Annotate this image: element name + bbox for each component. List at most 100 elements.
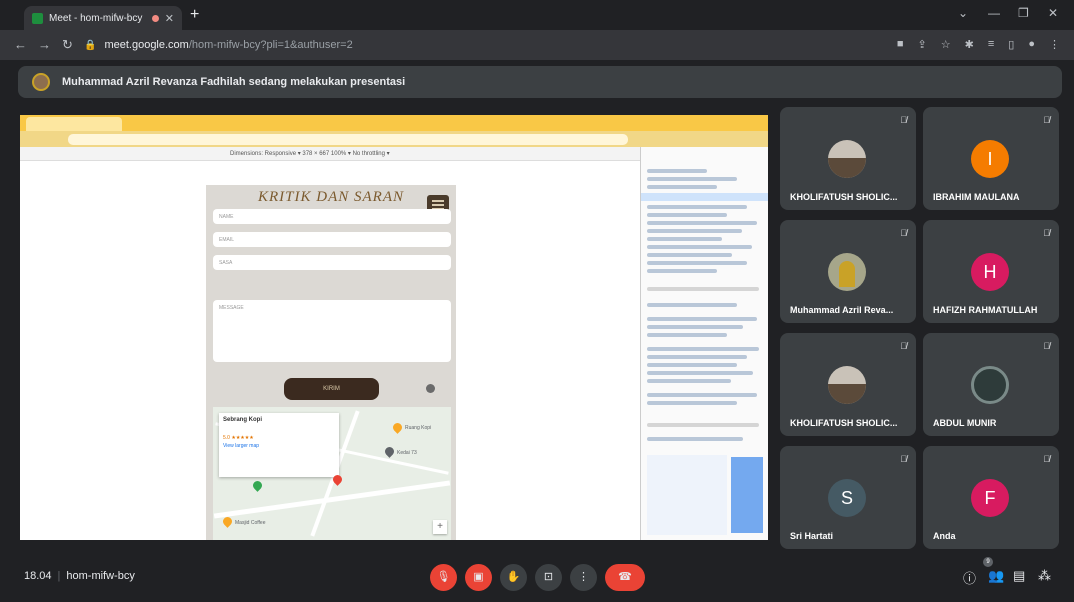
mic-muted-icon: 🎙̸ [1043,228,1050,238]
devtools-whats-new [647,455,727,535]
participant-avatar: F [971,479,1009,517]
menu-icon[interactable]: ⋮ [1049,38,1060,51]
map-pin-icon [391,421,404,434]
raise-hand-button[interactable]: ✋ [500,564,527,591]
participant-name: KHOLIFATUSH SHOLIC... [790,418,898,428]
shared-url [68,134,628,145]
participant-tile[interactable]: 🎙̸ I IBRAHIM MAULANA [923,107,1059,210]
participant-tile[interactable]: 🎙̸ S Sri Hartati [780,446,916,549]
share-icon[interactable]: ⇪ [918,38,927,51]
reading-list-icon[interactable]: ≡ [988,38,994,51]
more-options-button[interactable]: ⋮ [570,564,597,591]
chat-icon[interactable]: ▤ [1013,568,1025,584]
tab-search-icon[interactable]: ⌄ [958,6,968,20]
more-vert-icon: ⋮ [578,571,589,583]
minimize-icon[interactable]: — [988,6,1000,20]
side-panel-icon[interactable]: ▯ [1008,38,1014,51]
participant-avatar: I [971,140,1009,178]
leave-call-button[interactable]: ☎ [605,564,645,591]
shared-page: KRITIK DAN SARAN NAME EMAIL SASA MESSAGE… [20,161,640,540]
activities-icon[interactable]: ⁂ [1038,568,1051,584]
contact-page-mockup: KRITIK DAN SARAN NAME EMAIL SASA MESSAGE… [206,185,456,540]
participant-tile[interactable]: 🎙̸ KHOLIFATUSH SHOLIC... [780,333,916,436]
extensions-icon[interactable]: ✱ [965,38,974,51]
present-button[interactable]: ⊡ [535,564,562,591]
people-count-badge: 9 [983,557,993,567]
participant-photo [971,366,1009,404]
url-input[interactable]: 🔒 meet.google.com /hom-mifw-bcy?pli=1&au… [84,35,884,55]
profile-avatar-icon[interactable]: ● [1028,38,1035,51]
mic-muted-icon: 🎙̸ [900,454,907,464]
meeting-time: 18.04 [24,570,52,582]
scroll-dot [426,384,435,393]
shared-tab [538,117,638,131]
browser-tab-meet[interactable]: Meet - hom-mifw-bcy ✕ [24,6,182,30]
map-pin-icon [383,445,396,458]
mic-toggle-button[interactable]: 🎙 [430,564,457,591]
device-toolbar: Dimensions: Responsive ▾ 378 × 667 100% … [20,147,640,161]
new-tab-button[interactable]: + [190,6,199,24]
shared-tab [212,117,322,131]
participant-tile[interactable]: 🎙̸ KHOLIFATUSH SHOLIC... [780,107,916,210]
shared-screen: Dimensions: Responsive ▾ 378 × 667 100% … [20,115,768,540]
participant-name: IBRAHIM MAULANA [933,192,1020,202]
shared-tab-strip [20,115,768,131]
meet-favicon-icon [32,12,43,24]
map-label: Masjid Coffee [235,520,266,526]
meeting-code: hom-mifw-bcy [66,570,135,582]
participant-tile[interactable]: 🎙̸ ABDUL MUNIR [923,333,1059,436]
recording-dot-icon [151,14,159,22]
devtools-panel [640,147,768,540]
participant-name: Muhammad Azril Reva... [790,305,894,315]
back-icon[interactable]: ← [14,37,27,52]
participant-avatar: H [971,253,1009,291]
url-host: meet.google.com [104,39,189,51]
meeting-controls-bar: 18.04 | hom-mifw-bcy 🎙 ▣ ✋ ⊡ ⋮ ☎ ⓘ 👥 9 ▤ ⁂ [0,550,1074,602]
reload-icon[interactable]: ↻ [62,37,73,53]
close-tab-icon[interactable]: ✕ [165,12,174,25]
submit-button: KIRIM [284,378,379,400]
maximize-icon[interactable]: ❐ [1018,6,1029,20]
forward-icon[interactable]: → [38,37,51,52]
participant-avatar: S [828,479,866,517]
hand-icon: ✋ [506,571,521,583]
present-screen-icon: ⊡ [543,571,554,583]
camera-off-icon: ▣ [473,571,484,583]
mic-off-icon: 🎙 [436,571,451,583]
participant-photo [828,366,866,404]
mic-muted-icon: 🎙̸ [900,228,907,238]
view-larger-map-link: View larger map [223,443,260,449]
browser-tab-bar: Meet - hom-mifw-bcy ✕ + ⌄ — ❐ ✕ [0,0,1074,30]
participant-name: Anda [933,531,956,541]
mic-muted-icon: 🎙̸ [900,115,907,125]
subject-select: SASA [213,255,451,270]
end-call-icon: ☎ [618,571,632,583]
presentation-text: Muhammad Azril Revanza Fadhilah sedang m… [62,76,406,88]
map-label: Kedai 73 [397,450,417,456]
message-field: MESSAGE [213,300,451,362]
participant-name: Sri Hartati [790,531,834,541]
participant-tile[interactable]: 🎙̸ F Anda [923,446,1059,549]
map-pin-icon [251,479,264,492]
participant-photo [828,140,866,178]
close-window-icon[interactable]: ✕ [1048,6,1058,20]
name-field: NAME [213,209,451,224]
embedded-map: Sebrang Kopi 5.0 ★★★★★ View larger map R… [213,407,451,540]
participant-tile[interactable]: 🎙̸ H HAFIZH RAHMATULLAH [923,220,1059,323]
map-place-card: Sebrang Kopi 5.0 ★★★★★ View larger map [219,413,339,477]
address-bar: ← → ↻ 🔒 meet.google.com /hom-mifw-bcy?pl… [0,30,1074,60]
shared-tab [124,117,210,131]
bookmark-star-icon[interactable]: ☆ [941,38,951,51]
people-icon[interactable]: 👥 [988,568,1004,584]
email-field: EMAIL [213,232,451,247]
camera-indicator-icon[interactable]: ■ [897,38,904,51]
shared-address-bar [20,131,768,147]
participant-photo [828,253,866,291]
tab-title: Meet - hom-mifw-bcy [49,12,143,24]
lock-icon: 🔒 [84,39,97,51]
camera-toggle-button[interactable]: ▣ [465,564,492,591]
meta-separator: | [57,570,61,582]
participant-tile[interactable]: 🎙̸ Muhammad Azril Reva... [780,220,916,323]
participant-name: ABDUL MUNIR [933,418,997,428]
meeting-info-icon[interactable]: ⓘ [963,568,976,587]
